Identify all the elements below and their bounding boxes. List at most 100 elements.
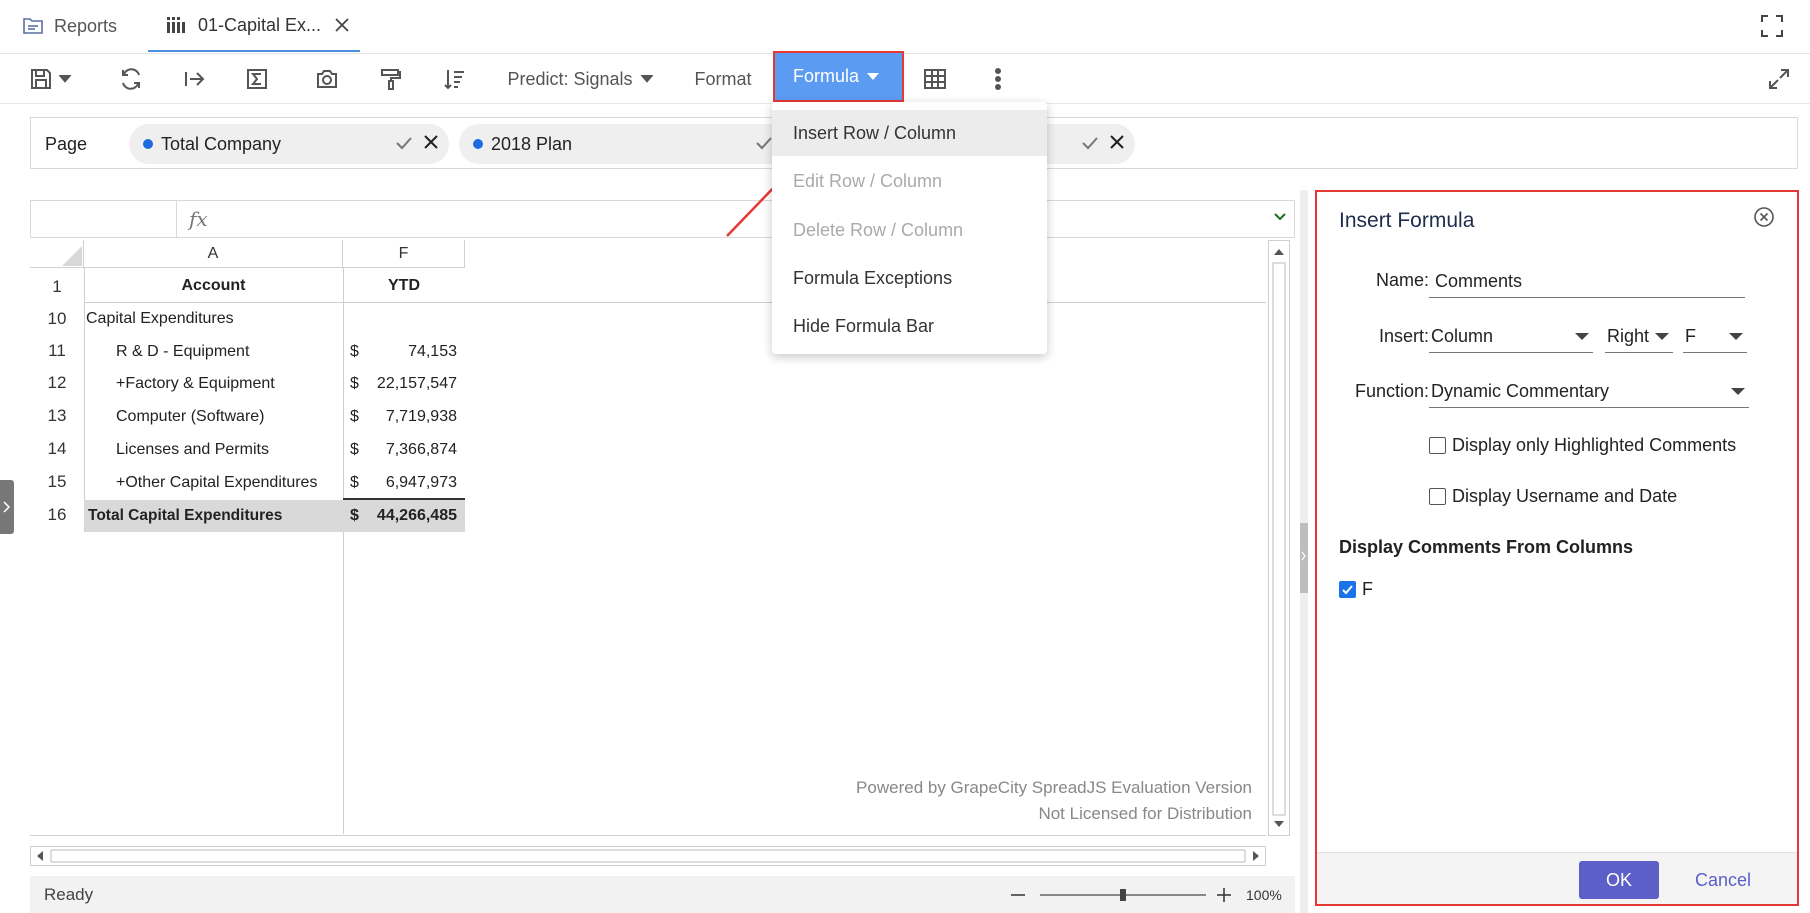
row-header[interactable]: 16 xyxy=(30,505,84,525)
vertical-scrollbar[interactable] xyxy=(1268,240,1290,836)
refresh-button[interactable] xyxy=(112,54,150,104)
fullscreen-icon[interactable] xyxy=(1760,14,1784,38)
function-select[interactable]: Dynamic Commentary xyxy=(1429,376,1749,408)
tab-label: Reports xyxy=(54,15,118,36)
column-f-checkbox[interactable] xyxy=(1339,581,1356,598)
account-cell[interactable]: Computer (Software) xyxy=(116,408,265,426)
sum-button[interactable] xyxy=(238,54,276,104)
value-cell[interactable]: 22,157,547 xyxy=(343,375,457,393)
check-icon[interactable] xyxy=(395,134,413,152)
left-panel-toggle[interactable] xyxy=(0,480,14,534)
dimension-chip-total-company[interactable]: Total Company xyxy=(129,124,449,164)
account-cell[interactable]: Capital Expenditures xyxy=(86,310,234,328)
fx-icon: fx xyxy=(189,207,208,231)
snapshot-button[interactable] xyxy=(308,54,346,104)
value-cell[interactable]: 6,947,973 xyxy=(343,474,457,492)
status-bar: Ready 100% xyxy=(30,876,1295,913)
formula-label: Formula xyxy=(793,66,860,86)
chip-label: Total Company xyxy=(161,133,282,154)
username-date-checkbox[interactable] xyxy=(1429,488,1446,505)
chevron-down-icon xyxy=(1655,333,1669,340)
row-header[interactable]: 10 xyxy=(30,309,84,329)
menu-item-formula-exceptions[interactable]: Formula Exceptions xyxy=(772,255,1047,301)
row-header[interactable]: 11 xyxy=(30,341,84,361)
highlighted-comments-option[interactable]: Display only Highlighted Comments xyxy=(1429,435,1736,456)
zoom-slider[interactable] xyxy=(1040,887,1206,903)
format-label: Format xyxy=(694,68,752,89)
header-cell-account[interactable]: Account xyxy=(84,277,343,295)
header-cell-ytd[interactable]: YTD xyxy=(343,277,465,295)
account-cell-total[interactable]: Total Capital Expenditures xyxy=(88,507,282,525)
row-header[interactable]: 13 xyxy=(30,406,84,426)
chevron-down-icon xyxy=(59,75,71,83)
menu-item-hide-formula-bar[interactable]: Hide Formula Bar xyxy=(772,303,1047,349)
more-vertical-icon xyxy=(995,68,1001,90)
zoom-control: 100% xyxy=(1010,876,1282,913)
value-cell[interactable]: 7,719,938 xyxy=(343,408,457,426)
column-f-label: F xyxy=(1362,579,1373,599)
value-cell[interactable]: 74,153 xyxy=(343,343,457,361)
more-button[interactable] xyxy=(980,54,1016,104)
insert-column-select[interactable]: F xyxy=(1683,321,1747,353)
evaluation-watermark: Powered by GrapeCity SpreadJS Evaluation… xyxy=(856,778,1252,797)
name-label: Name: xyxy=(1375,270,1429,290)
tab-capital-expenditures[interactable]: 01-Capital Ex... xyxy=(148,0,360,52)
account-cell[interactable]: Licenses and Permits xyxy=(116,441,269,459)
username-date-option[interactable]: Display Username and Date xyxy=(1429,486,1677,507)
close-icon[interactable] xyxy=(423,134,439,152)
insert-position-value: Right xyxy=(1607,326,1650,346)
zoom-out-icon[interactable] xyxy=(1010,887,1026,903)
value-cell[interactable]: 7,366,874 xyxy=(343,441,457,459)
close-icon[interactable] xyxy=(335,18,349,32)
row-header[interactable]: 12 xyxy=(30,373,84,393)
expand-button[interactable] xyxy=(1760,54,1798,104)
column-header-a[interactable]: A xyxy=(84,240,343,268)
name-box[interactable] xyxy=(31,201,177,237)
save-menu-button[interactable] xyxy=(24,54,76,104)
formula-menu-button[interactable]: Formula xyxy=(773,51,904,102)
select-all-corner[interactable] xyxy=(30,240,84,268)
zoom-in-icon[interactable] xyxy=(1216,887,1232,903)
row-header[interactable]: 15 xyxy=(30,472,84,492)
panel-resize-handle[interactable] xyxy=(1300,190,1308,913)
camera-icon xyxy=(315,67,339,91)
highlighted-comments-label: Display only Highlighted Comments xyxy=(1452,435,1737,455)
insert-position-select[interactable]: Right xyxy=(1605,321,1673,353)
menu-item-insert-row-column[interactable]: Insert Row / Column xyxy=(772,110,1047,156)
column-f-option[interactable]: F xyxy=(1339,579,1373,600)
sort-button[interactable] xyxy=(436,54,474,104)
chevron-down-icon xyxy=(1731,388,1745,395)
drill-button[interactable] xyxy=(176,54,214,104)
chevron-down-icon[interactable] xyxy=(1274,213,1286,221)
account-cell[interactable]: R & D - Equipment xyxy=(116,343,249,361)
cancel-button[interactable]: Cancel xyxy=(1695,861,1751,899)
function-label: Function: xyxy=(1354,381,1429,401)
grid-line xyxy=(84,268,85,526)
column-header-f[interactable]: F xyxy=(343,240,465,268)
chevron-down-icon xyxy=(1575,333,1589,340)
insert-label: Insert: xyxy=(1378,326,1429,346)
insert-type-select[interactable]: Column xyxy=(1429,321,1593,353)
check-icon[interactable] xyxy=(1081,134,1099,152)
formula-bar: fx xyxy=(30,200,1295,238)
ok-button[interactable]: OK xyxy=(1579,861,1659,899)
spreadsheet[interactable]: A F 1 Account YTD 10 Capital Expenditure… xyxy=(30,240,1266,836)
close-icon[interactable] xyxy=(1109,134,1125,152)
format-button[interactable]: Format xyxy=(688,54,758,104)
chevron-down-icon xyxy=(867,72,880,81)
function-value: Dynamic Commentary xyxy=(1431,381,1610,401)
close-circle-icon[interactable] xyxy=(1753,206,1775,228)
highlighted-comments-checkbox[interactable] xyxy=(1429,437,1446,454)
name-input[interactable]: Comments xyxy=(1429,266,1745,298)
row-header[interactable]: 1 xyxy=(30,277,84,297)
chevron-down-icon xyxy=(1729,333,1743,340)
value-cell-total[interactable]: 44,266,485 xyxy=(343,507,457,525)
grid-button[interactable] xyxy=(917,54,953,104)
tab-reports[interactable]: Reports xyxy=(22,0,117,52)
row-header[interactable]: 14 xyxy=(30,439,84,459)
format-painter-button[interactable] xyxy=(372,54,410,104)
horizontal-scrollbar[interactable] xyxy=(30,846,1266,866)
account-cell[interactable]: +Other Capital Expenditures xyxy=(116,474,317,492)
predict-signals-button[interactable]: Predict: Signals xyxy=(505,54,655,104)
account-cell[interactable]: +Factory & Equipment xyxy=(116,375,275,393)
